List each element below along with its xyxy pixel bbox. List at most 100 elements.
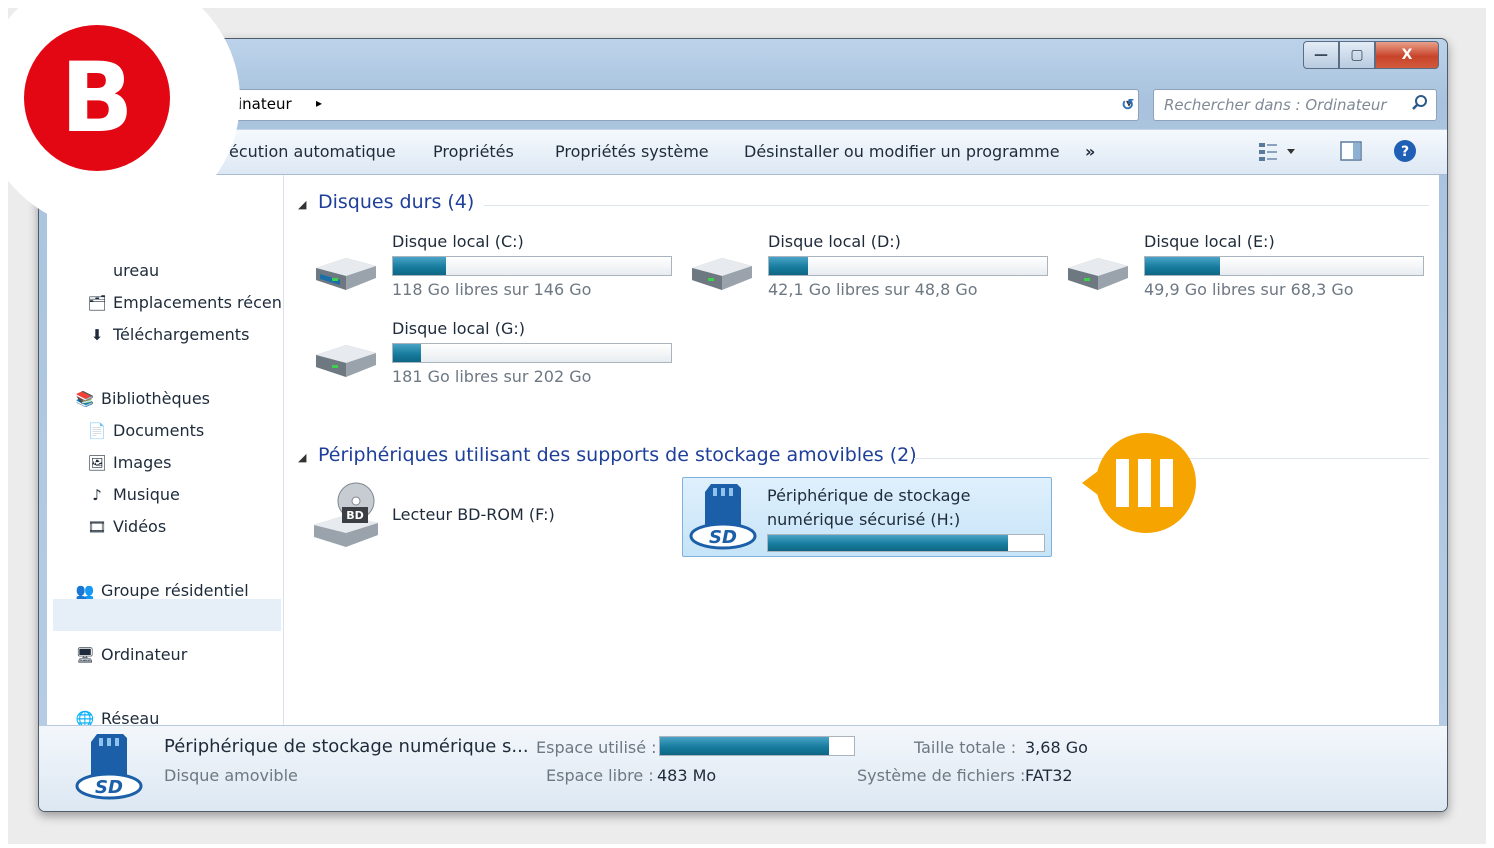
file-system-label: Système de fichiers : [857, 766, 1026, 785]
group-header-hard-disks[interactable]: Disques durs (4) [318, 191, 474, 213]
collapse-triangle-icon[interactable]: ◢ [298, 451, 306, 464]
drive-usage-bar [768, 256, 1048, 276]
sidebar-item-videos[interactable]: 🎞 Vidéos [87, 517, 166, 536]
svg-text:?: ? [1401, 144, 1409, 160]
search-input[interactable]: Rechercher dans : Ordinateur [1153, 89, 1437, 121]
svg-text:SD: SD [95, 777, 123, 798]
more-commands-button[interactable]: » [1085, 142, 1095, 161]
hard-drive-icon [316, 258, 376, 290]
navigation-pane: ureau 🗂 Emplacements récen ⬇ Téléchargem… [47, 175, 284, 728]
details-usage-fill [660, 737, 829, 755]
total-size-value: 3,68 Go [1025, 738, 1088, 757]
group-divider [484, 205, 1429, 206]
sidebar-item-recent[interactable]: 🗂 Emplacements récen [87, 293, 282, 312]
videos-icon: 🎞 [87, 517, 107, 536]
drive-free-space: 42,1 Go libres sur 48,8 Go [768, 280, 978, 299]
orange-marker-icon [1082, 433, 1196, 533]
sidebar-item-label: Images [113, 453, 172, 472]
images-icon: 🖼 [87, 453, 107, 472]
libraries-icon: 📚 [75, 389, 95, 408]
drive-name: Disque local (G:) [392, 319, 525, 338]
step-badge-b: B [24, 25, 170, 171]
group-header-removable[interactable]: Périphériques utilisant des supports de … [318, 444, 917, 466]
bd-rom-icon: BD [314, 482, 378, 547]
collapse-triangle-icon[interactable]: ◢ [298, 198, 306, 211]
file-system-value: FAT32 [1025, 766, 1073, 785]
selected-item-highlight [53, 599, 281, 631]
details-type: Disque amovible [164, 766, 298, 785]
sidebar-item-label: Ordinateur [101, 645, 188, 664]
sd-usage-fill [768, 535, 1009, 551]
system-properties-button[interactable]: Propriétés système [555, 142, 709, 161]
drive-usage-bar [392, 343, 672, 363]
drive-usage-bar [1144, 256, 1424, 276]
sidebar-item-homegroup[interactable]: 👥 Groupe résidentiel [75, 581, 249, 600]
sidebar-item-computer[interactable]: 🖥 Ordinateur [75, 645, 187, 664]
sidebar-item-desktop[interactable]: ureau [113, 261, 159, 280]
drive-free-space: 49,9 Go libres sur 68,3 Go [1144, 280, 1354, 299]
autoplay-button[interactable]: écution automatique [229, 142, 396, 161]
sidebar-item-music[interactable]: ♪ Musique [87, 485, 180, 504]
hard-drive-icon [692, 258, 752, 290]
sidebar-item-label: Musique [113, 485, 180, 504]
breadcrumb[interactable]: inateur [238, 95, 292, 113]
sd-card-drive[interactable]: SD Périphérique de stockage numérique sé… [682, 477, 1052, 557]
drive-name: Disque local (C:) [392, 232, 524, 251]
drive-usage-fill [393, 257, 446, 275]
drive-free-space: 118 Go libres sur 146 Go [392, 280, 592, 299]
drive-usage-fill [769, 257, 808, 275]
preview-pane-icon[interactable] [1339, 139, 1363, 168]
documents-icon: 📄 [87, 421, 107, 440]
minimize-button[interactable]: — [1303, 41, 1339, 69]
svg-text:BD: BD [346, 509, 364, 522]
maximize-button[interactable]: ▢ [1339, 41, 1375, 69]
view-options-icon[interactable] [1257, 139, 1297, 168]
sidebar-item-label: ureau [113, 261, 160, 280]
sidebar-item-label: Groupe résidentiel [101, 581, 249, 600]
drive-free-space: 181 Go libres sur 202 Go [392, 367, 592, 386]
bd-rom-drive[interactable]: BD Lecteur BD-ROM (F:) [312, 481, 555, 553]
sd-usage-bar [767, 534, 1045, 552]
downloads-icon: ⬇ [90, 325, 104, 344]
sidebar-item-documents[interactable]: 📄 Documents [87, 421, 205, 440]
help-icon[interactable]: ? [1393, 139, 1417, 168]
window-controls: — ▢ X [1303, 41, 1439, 69]
music-icon: ♪ [92, 485, 102, 504]
drive-name: Disque local (D:) [768, 232, 901, 251]
sd-card-icon: SD [689, 484, 757, 550]
recent-places-icon: 🗂 [87, 293, 107, 312]
sidebar-item-label: Documents [113, 421, 205, 440]
search-placeholder: Rechercher dans : Ordinateur [1164, 96, 1387, 114]
sidebar-item-downloads[interactable]: ⬇ Téléchargements [87, 325, 250, 344]
sidebar-item-libraries[interactable]: 📚 Bibliothèques [75, 389, 210, 408]
svg-text:SD: SD [709, 527, 737, 548]
sidebar-item-images[interactable]: 🖼 Images [87, 453, 171, 472]
uninstall-button[interactable]: Désinstaller ou modifier un programme [744, 142, 1060, 161]
details-title: Périphérique de stockage numérique s... [164, 736, 529, 757]
drive-name: Disque local (E:) [1144, 232, 1275, 251]
sidebar-item-label: Vidéos [113, 517, 167, 536]
total-size-label: Taille totale : [914, 738, 1017, 757]
hard-drive-icon [316, 345, 376, 377]
content-area: ◢ Disques durs (4) Disque local (C:) 118… [284, 175, 1439, 725]
hard-drive-icon [1068, 258, 1128, 290]
sidebar-item-label: Emplacements récen [113, 293, 282, 312]
sidebar-item-label: Téléchargements [113, 325, 250, 344]
sd-card-label: Périphérique de stockage numérique sécur… [767, 486, 971, 529]
used-space-label: Espace utilisé : [536, 738, 657, 757]
search-icon[interactable] [1410, 93, 1430, 118]
sidebar-item-label: Bibliothèques [101, 389, 210, 408]
sd-card-icon: SD [75, 734, 143, 800]
bd-rom-label: Lecteur BD-ROM (F:) [392, 505, 555, 524]
close-button[interactable]: X [1375, 41, 1439, 69]
properties-button[interactable]: Propriétés [433, 142, 514, 161]
drive-usage-bar [392, 256, 672, 276]
details-usage-bar [659, 736, 855, 756]
refresh-icon[interactable]: ↺ [1113, 89, 1143, 119]
command-bar: écution automatique Propriétés Propriété… [39, 129, 1447, 175]
computer-icon: 🖥 [75, 645, 95, 664]
homegroup-icon: 👥 [75, 581, 95, 600]
free-space-label: Espace libre : [546, 766, 654, 785]
free-space-value: 483 Mo [657, 766, 717, 785]
breadcrumb-arrow-icon[interactable]: ▸ [316, 96, 322, 110]
